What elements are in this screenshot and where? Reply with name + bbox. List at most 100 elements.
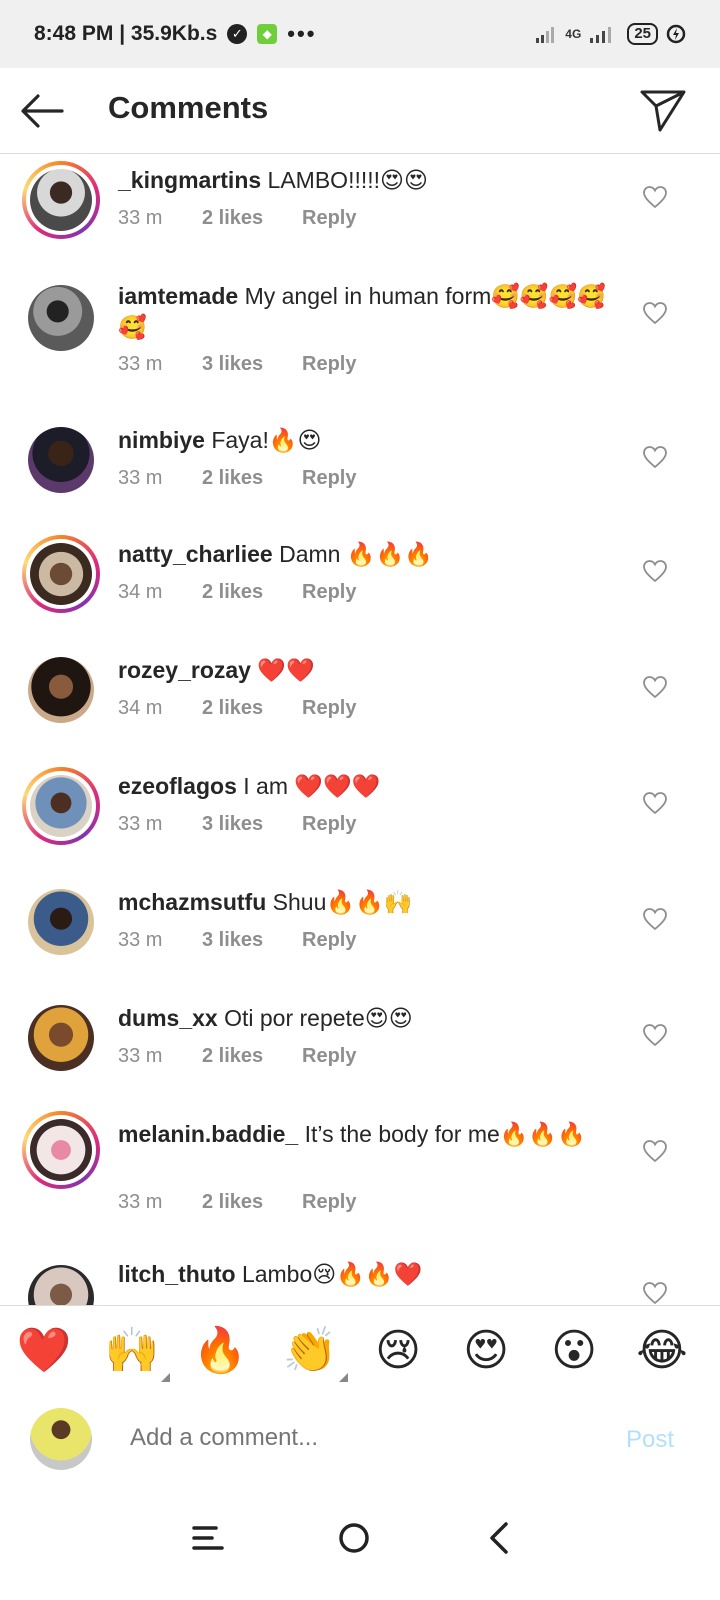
avatar[interactable] [22,279,100,357]
recent-apps-icon[interactable] [188,1518,228,1558]
like-heart-icon[interactable] [642,1023,668,1047]
comment-text: iamtemade My angel in human form🥰🥰🥰🥰🥰 [118,281,618,343]
emoji-raised-hands-button[interactable]: 🙌 [102,1326,170,1382]
skin-tone-indicator-icon [339,1373,348,1382]
comment-likes[interactable]: 3 likes [202,929,302,952]
network-type: 4G [565,27,582,41]
comment-text: natty_charliee Damn 🔥🔥🔥 [118,539,618,570]
page-title: Comments [108,90,269,125]
comment-body: Oti por repete😍😍 [224,1005,413,1031]
emoji-heart-eyes-button[interactable]: 😍 [456,1326,516,1376]
emoji-heart-button[interactable]: ❤️ [14,1326,74,1376]
emoji-clap-button[interactable]: 👏 [280,1326,348,1382]
quick-emoji-bar: ❤️ 🙌 🔥 👏 😢 😍 😮 😂 [0,1305,720,1395]
comment-time: 34 m [118,697,163,719]
comment-meta: 34 m 2 likes Reply [118,697,356,720]
back-arrow-icon[interactable] [18,88,68,134]
comment-body: Damn 🔥🔥🔥 [279,541,433,567]
like-heart-icon[interactable] [642,445,668,469]
comment-composer: Post [0,1394,720,1485]
charging-icon [666,24,686,44]
signal-4g-icon [590,27,612,43]
comment-likes[interactable]: 2 likes [202,1191,302,1214]
emoji-laughing-button[interactable]: 😂 [632,1326,692,1376]
reply-button[interactable]: Reply [302,467,356,490]
emoji-clap-glyph: 👏 [282,1326,338,1375]
comment-body: Shuu🔥🔥🙌 [272,889,413,915]
comment-body: It’s the body for me🔥🔥🔥 [304,1121,586,1147]
comment-username[interactable]: dums_xx [118,1005,218,1031]
comment-text: melanin.baddie_ It’s the body for me🔥🔥🔥 [118,1119,618,1150]
avatar[interactable] [22,161,100,239]
comment-meta: 33 m 2 likes Reply [118,1191,356,1214]
status-time-speed: 8:48 PM | 35.9Kb.s [34,22,218,45]
like-heart-icon[interactable] [642,301,668,325]
back-nav-icon[interactable] [480,1518,520,1558]
post-button[interactable]: Post [626,1426,674,1454]
send-direct-icon[interactable] [638,86,688,136]
comment-text: ezeoflagos I am ❤️❤️❤️ [118,771,618,802]
comment-likes[interactable]: 2 likes [202,581,302,604]
comment-likes[interactable]: 2 likes [202,697,302,720]
comment-username[interactable]: melanin.baddie_ [118,1121,298,1147]
status-bar: 8:48 PM | 35.9Kb.s ✓ ◆ ••• 4G 25 [0,0,720,68]
reply-button[interactable]: Reply [302,207,356,230]
like-heart-icon[interactable] [642,185,668,209]
comment-meta: 33 m 2 likes Reply [118,467,356,490]
comment-username[interactable]: litch_thuto [118,1261,236,1287]
avatar[interactable] [22,1259,100,1305]
reply-button[interactable]: Reply [302,581,356,604]
reply-button[interactable]: Reply [302,929,356,952]
comment-time: 33 m [118,813,163,835]
reply-button[interactable]: Reply [302,353,356,376]
comment-time: 34 m [118,581,163,603]
avatar[interactable] [22,535,100,613]
like-heart-icon[interactable] [642,1139,668,1163]
reply-button[interactable]: Reply [302,1191,356,1214]
avatar[interactable] [22,999,100,1077]
reply-button[interactable]: Reply [302,813,356,836]
avatar[interactable] [22,767,100,845]
signal-icon [536,27,555,43]
like-heart-icon[interactable] [642,675,668,699]
comment-likes[interactable]: 3 likes [202,353,302,376]
comment-input[interactable] [130,1424,580,1452]
comment-meta: 33 m 3 likes Reply [118,353,356,376]
emoji-surprised-button[interactable]: 😮 [544,1326,604,1376]
comment-username[interactable]: natty_charliee [118,541,273,567]
comment-body: LAMBO!!!!!😍😍 [267,167,428,193]
like-heart-icon[interactable] [642,907,668,931]
comment-likes[interactable]: 2 likes [202,467,302,490]
comment-username[interactable]: mchazmsutfu [118,889,266,915]
comment-username[interactable]: ezeoflagos [118,773,237,799]
avatar[interactable] [22,883,100,961]
emoji-crying-button[interactable]: 😢 [368,1326,428,1376]
reply-button[interactable]: Reply [302,1045,356,1068]
app-notification-icon: ◆ [257,24,278,44]
comment-time: 33 m [118,467,163,489]
comment-text: nimbiye Faya!🔥😍 [118,425,618,456]
comment-username[interactable]: iamtemade [118,283,238,309]
like-heart-icon[interactable] [642,1281,668,1305]
comment-likes[interactable]: 2 likes [202,207,302,230]
my-avatar [30,1408,92,1470]
comment-username[interactable]: _kingmartins [118,167,261,193]
like-heart-icon[interactable] [642,559,668,583]
comment-username[interactable]: rozey_rozay [118,657,251,683]
emoji-fire-button[interactable]: 🔥 [190,1326,250,1376]
comment-text: rozey_rozay ❤️❤️ [118,655,618,686]
comment-likes[interactable]: 3 likes [202,813,302,836]
comment-text: _kingmartins LAMBO!!!!!😍😍 [118,165,618,196]
comment-likes[interactable]: 2 likes [202,1045,302,1068]
avatar[interactable] [22,1111,100,1189]
comment-time: 33 m [118,1191,163,1213]
more-notifications-icon: ••• [287,21,317,46]
home-icon[interactable] [334,1518,374,1558]
like-heart-icon[interactable] [642,791,668,815]
avatar[interactable] [22,421,100,499]
comment-meta: 34 m 2 likes Reply [118,581,356,604]
comment-username[interactable]: nimbiye [118,427,205,453]
comments-list[interactable]: _kingmartins LAMBO!!!!!😍😍 33 m 2 likes R… [0,155,720,1305]
avatar[interactable] [22,651,100,729]
reply-button[interactable]: Reply [302,697,356,720]
